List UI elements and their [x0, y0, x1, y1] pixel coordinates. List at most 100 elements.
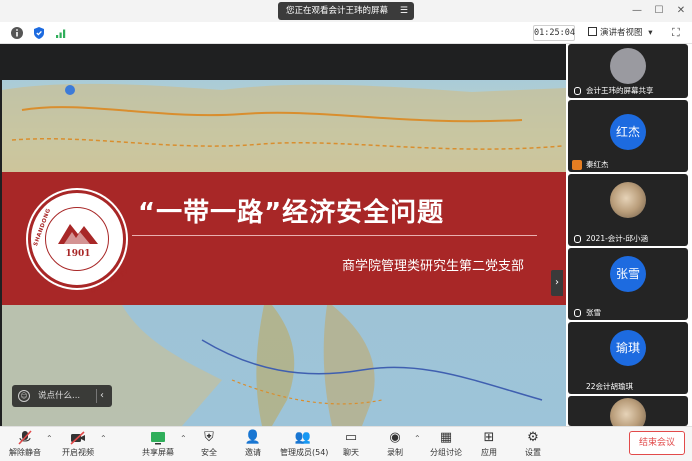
- manage-members-button[interactable]: 👥 管理成员(54): [280, 429, 329, 461]
- slide-title: “一带一路”经济安全问题: [138, 198, 445, 228]
- participant-tile[interactable]: 张雪 张雪: [568, 248, 688, 320]
- logo-inner-ring: 1901: [45, 207, 109, 271]
- record-button[interactable]: ◉ 录制: [382, 429, 408, 461]
- breakout-rooms-icon: ▦: [439, 430, 453, 445]
- chat-button[interactable]: ▭ 聊天: [338, 429, 364, 461]
- breakout-label: 分组讨论: [430, 448, 462, 457]
- manage-members-label: 管理成员(54): [280, 448, 329, 457]
- participant-tile[interactable]: [568, 396, 688, 426]
- share-screen-button[interactable]: 共享屏幕: [140, 429, 176, 461]
- settings-label: 设置: [525, 448, 541, 457]
- minimize-button[interactable]: —: [626, 0, 648, 22]
- unmute-button[interactable]: 解除静音: [8, 429, 42, 461]
- chat-icon: ▭: [344, 430, 358, 445]
- close-button[interactable]: ✕: [670, 0, 692, 22]
- camera-off-icon: [70, 431, 85, 445]
- participant-tile[interactable]: 瑜琪 22会计胡瑜琪: [568, 322, 688, 394]
- shared-screen-area: 1901 SHANDONG UNIVERSITY “一带一路”经济安全问题 商学…: [0, 44, 566, 426]
- participant-name-text: 22会计胡瑜琪: [586, 382, 634, 391]
- participant-name: 会计王玮的屏幕共享: [568, 84, 688, 98]
- security-label: 安全: [201, 448, 217, 457]
- participant-tile[interactable]: 2021-会计-邱小涵: [568, 174, 688, 246]
- meeting-toolbar: 01:25:04 演讲者视图 ▾ ⛶: [0, 22, 692, 44]
- participant-name: 2021-会计-邱小涵: [568, 232, 688, 246]
- participant-tile[interactable]: 会计王玮的屏幕共享: [568, 44, 688, 98]
- apps-label: 应用: [481, 448, 497, 457]
- participant-tile[interactable]: 红杰 秦红杰: [568, 100, 688, 172]
- record-icon: ◉: [389, 430, 401, 445]
- meeting-window: 您正在观看会计王玮的屏幕 ☰ — ☐ ✕ 01:25:04 演讲者视图 ▾ ⛶: [0, 0, 692, 461]
- participant-name-text: 会计王玮的屏幕共享: [586, 86, 654, 95]
- signal-icon[interactable]: [54, 26, 68, 40]
- record-label: 录制: [387, 448, 403, 457]
- participant-name-text: 秦红杰: [586, 160, 609, 169]
- toggle-panel-button[interactable]: ›: [551, 270, 563, 296]
- audio-options-icon[interactable]: ⌃: [46, 434, 53, 443]
- fullscreen-icon[interactable]: ⛶: [672, 25, 686, 41]
- start-video-label: 开启视频: [62, 448, 94, 457]
- maximize-button[interactable]: ☐: [648, 0, 670, 22]
- mic-off-icon: [574, 309, 581, 317]
- screen-share-status[interactable]: 您正在观看会计王玮的屏幕 ☰: [278, 2, 414, 20]
- security-button[interactable]: ⛨ 安全: [196, 429, 222, 461]
- title-bar: 您正在观看会计王玮的屏幕 ☰ — ☐ ✕: [0, 0, 692, 22]
- info-icon[interactable]: [10, 26, 24, 40]
- slide-subtitle: 商学院管理类研究生第二党支部: [342, 259, 525, 274]
- emoji-icon[interactable]: ☺: [18, 390, 30, 402]
- gear-icon: ⚙: [527, 430, 539, 445]
- invite-button[interactable]: 👤 邀请: [240, 429, 266, 461]
- title-divider: [132, 235, 537, 236]
- avatar: [610, 398, 646, 426]
- share-options-icon[interactable]: ⌃: [180, 434, 187, 443]
- apps-grid-icon: ⊞: [483, 430, 495, 445]
- title-banner: 1901 SHANDONG UNIVERSITY “一带一路”经济安全问题 商学…: [2, 172, 566, 305]
- invite-label: 邀请: [245, 448, 261, 457]
- record-options-icon[interactable]: ⌃: [414, 434, 421, 443]
- participant-name: 张雪: [568, 306, 688, 320]
- share-screen-label: 共享屏幕: [142, 448, 174, 457]
- participant-name-text: 2021-会计-邱小涵: [586, 234, 648, 243]
- avatar: 张雪: [610, 256, 646, 292]
- avatar: [610, 182, 646, 218]
- logo-text-right: UNIVERSITY: [90, 268, 130, 296]
- screen-share-icon: [574, 87, 581, 95]
- meeting-timer: 01:25:04: [533, 25, 575, 41]
- grid-view-icon: [588, 27, 597, 36]
- participants-panel: 会计王玮的屏幕共享 红杰 秦红杰 2021-会计-邱小涵 张雪 张雪 瑜琪 22…: [566, 44, 692, 426]
- logo-year: 1901: [65, 249, 91, 259]
- avatar: [610, 48, 646, 84]
- share-status-text: 您正在观看会计王玮的屏幕: [286, 6, 389, 16]
- participant-name: 秦红杰: [568, 158, 688, 172]
- share-menu-icon[interactable]: ☰: [400, 2, 408, 20]
- mic-off-icon: [574, 235, 581, 243]
- avatar: 红杰: [610, 114, 646, 150]
- avatar: 瑜琪: [610, 330, 646, 366]
- unmute-label: 解除静音: [9, 448, 41, 457]
- control-bar: 解除静音 ⌃ 开启视频 ⌃ 共享屏幕 ⌃ ⛨ 安全 👤 邀请 👥 管理成员(54…: [0, 426, 692, 461]
- mountain-emblem-icon: [58, 224, 98, 244]
- start-video-button[interactable]: 开启视频: [60, 429, 96, 461]
- add-user-icon: 👤: [244, 430, 262, 445]
- university-logo: 1901 SHANDONG UNIVERSITY: [28, 190, 130, 295]
- end-meeting-button[interactable]: 结束会议: [629, 431, 685, 455]
- video-options-icon[interactable]: ⌃: [100, 434, 107, 443]
- shield-icon[interactable]: [32, 26, 46, 40]
- breakout-button[interactable]: ▦ 分组讨论: [428, 429, 464, 461]
- view-mode-label: 演讲者视图: [600, 28, 643, 38]
- shield-icon: ⛨: [204, 430, 214, 445]
- members-icon: 👥: [294, 430, 312, 445]
- presentation-slide: 1901 SHANDONG UNIVERSITY “一带一路”经济安全问题 商学…: [2, 80, 566, 426]
- chat-divider: [96, 389, 97, 403]
- share-screen-icon: [151, 432, 165, 445]
- settings-button[interactable]: ⚙ 设置: [520, 429, 546, 461]
- chevron-down-icon: ▾: [648, 28, 653, 38]
- view-mode-button[interactable]: 演讲者视图 ▾: [588, 25, 664, 41]
- mic-muted-icon: [18, 430, 32, 445]
- collapse-chat-icon[interactable]: ‹: [100, 385, 104, 407]
- apps-button[interactable]: ⊞ 应用: [476, 429, 502, 461]
- chat-input-pill[interactable]: ☺ 说点什么... ‹: [12, 385, 112, 407]
- participant-name: 22会计胡瑜琪: [568, 380, 688, 394]
- participant-name-text: 张雪: [586, 308, 601, 317]
- host-badge-icon: [572, 160, 582, 170]
- chat-input-placeholder[interactable]: 说点什么...: [38, 385, 80, 407]
